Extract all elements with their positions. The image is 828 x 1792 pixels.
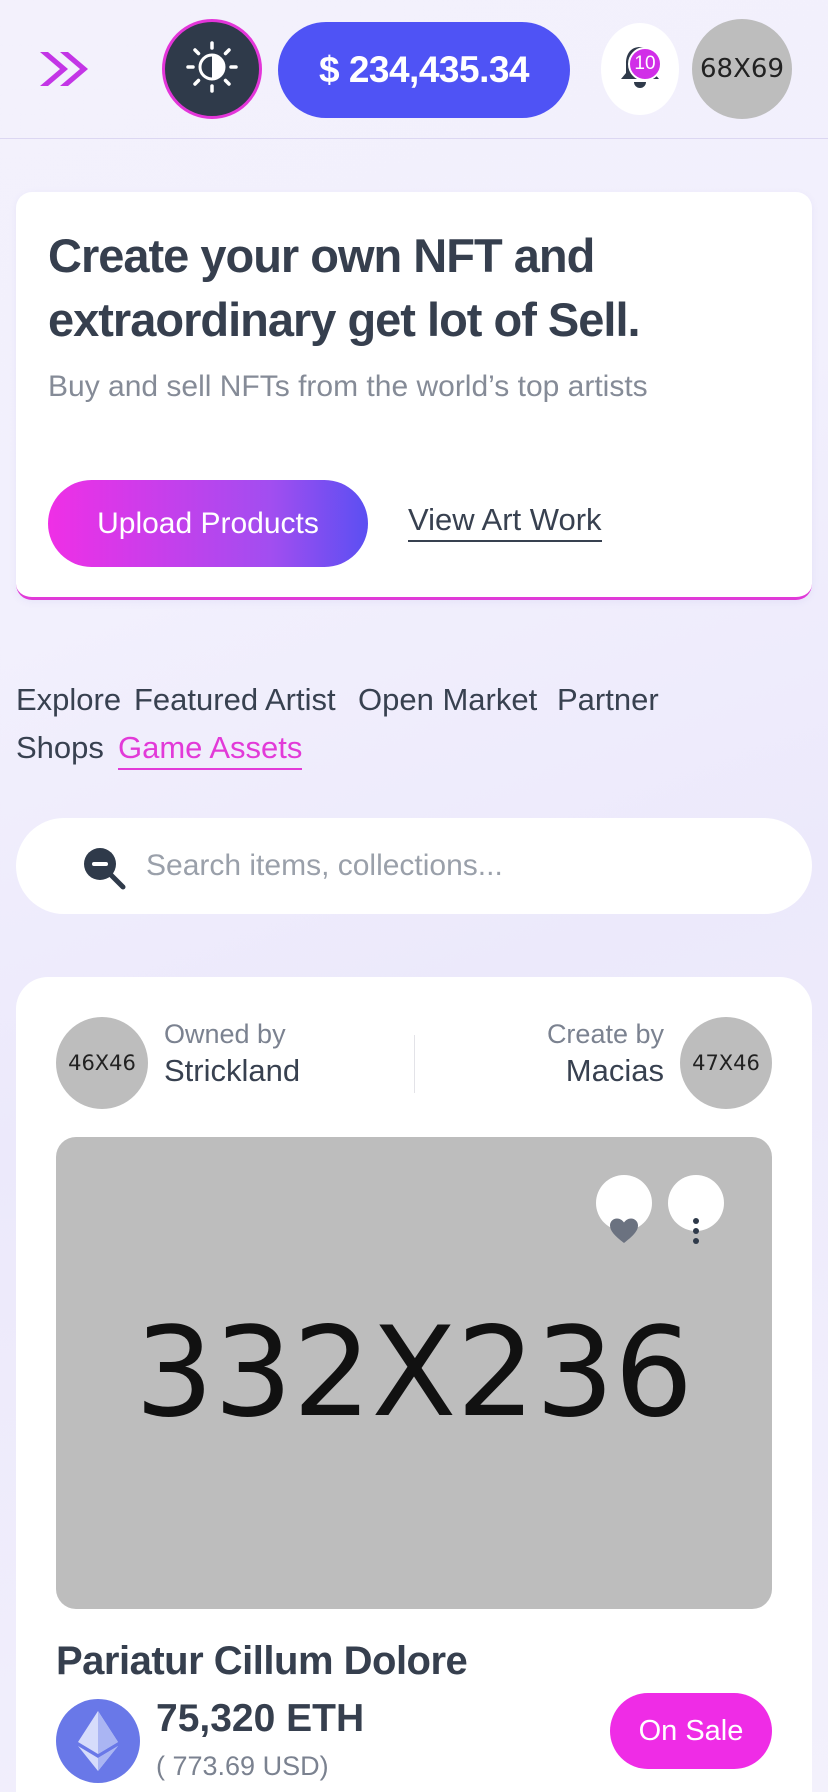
notification-count-badge: 10 <box>628 47 662 81</box>
owner-label: Owned by <box>164 1019 286 1049</box>
hero-subtitle: Buy and sell NFTs from the world’s top a… <box>48 370 648 403</box>
search-icon[interactable] <box>78 842 130 894</box>
ethereum-icon <box>56 1699 140 1783</box>
notifications-button[interactable]: 10 <box>601 23 679 115</box>
like-button[interactable] <box>596 1175 652 1243</box>
hero-title: Create your own NFT and extraordinary ge… <box>48 229 641 346</box>
tab-game-assets[interactable]: Game Assets <box>118 730 303 770</box>
theme-toggle-button[interactable] <box>162 19 262 119</box>
creator-name[interactable]: Macias <box>566 1053 664 1089</box>
search-bar <box>16 818 812 914</box>
price-eth: 75,320 ETH <box>156 1697 365 1740</box>
nft-title[interactable]: Pariatur Cillum Dolore <box>56 1639 468 1684</box>
user-avatar[interactable]: 68X69 <box>692 19 792 119</box>
creator-label: Create by <box>546 1019 664 1049</box>
hero-card: Create your own NFT and extraordinary ge… <box>16 192 812 600</box>
tab-shops[interactable]: Shops <box>16 730 104 766</box>
wallet-balance[interactable]: $ 234,435.34 <box>278 22 570 118</box>
tab-featured-artist[interactable]: Featured Artist <box>134 682 336 718</box>
price-usd: ( 773.69 USD) <box>156 1751 329 1781</box>
tab-open-market[interactable]: Open Market <box>358 682 537 718</box>
upload-products-button[interactable]: Upload Products <box>48 480 368 567</box>
nft-card: 46X46 Owned by Strickland Create by Maci… <box>16 977 812 1792</box>
meta-divider <box>414 1035 415 1093</box>
tab-partner[interactable]: Partner <box>557 682 659 718</box>
top-header: $ 234,435.34 10 68X69 <box>0 0 828 139</box>
owner-name[interactable]: Strickland <box>164 1053 300 1089</box>
heart-icon <box>609 1131 639 1275</box>
more-options-button[interactable] <box>668 1175 724 1244</box>
tab-explore[interactable]: Explore <box>16 682 121 718</box>
double-chevron-right-icon[interactable] <box>34 44 94 94</box>
search-input[interactable] <box>146 838 766 894</box>
nft-image-placeholder: 332X236 <box>134 1301 694 1445</box>
on-sale-button[interactable]: On Sale <box>610 1693 772 1769</box>
more-vertical-icon <box>692 1131 700 1275</box>
nft-image[interactable]: 332X236 <box>56 1137 772 1609</box>
sun-icon <box>184 39 240 100</box>
owner-avatar[interactable]: 46X46 <box>56 1017 148 1109</box>
creator-avatar[interactable]: 47X46 <box>680 1017 772 1109</box>
view-art-work-link[interactable]: View Art Work <box>408 502 602 542</box>
